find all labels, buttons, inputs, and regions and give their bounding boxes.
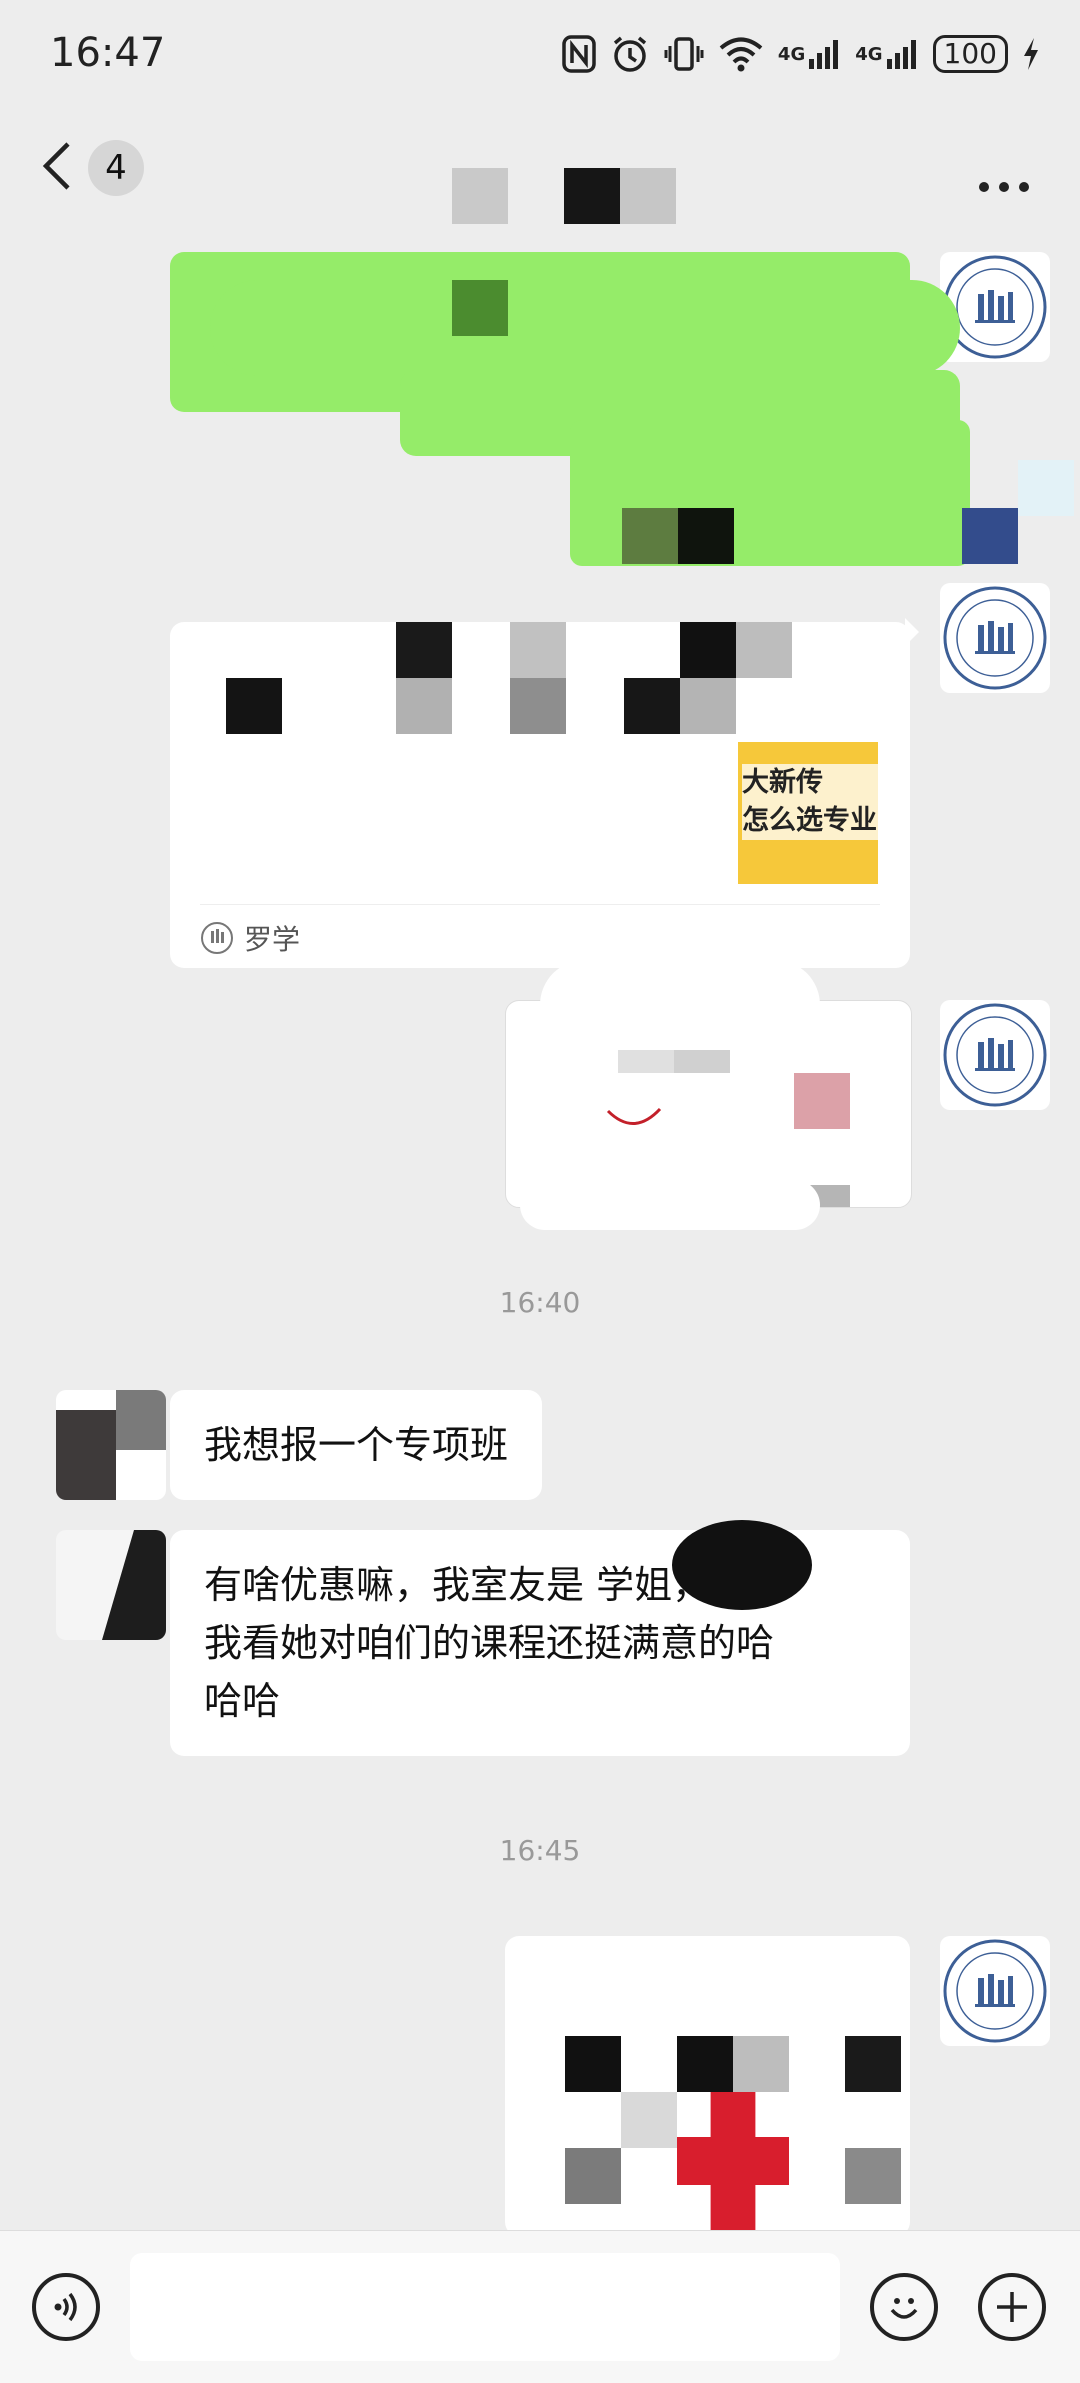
voice-input-button[interactable] bbox=[32, 2273, 100, 2341]
back-button[interactable]: 4 bbox=[40, 140, 144, 196]
4g-signal-icon: 4G bbox=[778, 37, 841, 71]
4g-signal-icon-2: 4G bbox=[855, 37, 918, 71]
message-input[interactable] bbox=[130, 2253, 840, 2361]
charging-icon bbox=[1022, 37, 1040, 71]
article-thumbnail-text: 大新传 怎么选专业 bbox=[742, 764, 878, 840]
plus-icon bbox=[997, 2292, 1027, 2322]
article-thumbnail: 大新传 怎么选专业 bbox=[738, 742, 878, 884]
nfc-icon bbox=[562, 35, 596, 73]
contact-avatar-2[interactable] bbox=[56, 1530, 166, 1640]
more-options-button[interactable] bbox=[978, 150, 1030, 204]
more-icon bbox=[978, 150, 1030, 204]
alarm-icon bbox=[610, 34, 650, 74]
battery-indicator: 100 bbox=[932, 35, 1008, 73]
my-avatar-3[interactable] bbox=[940, 1000, 1050, 1110]
timestamp-2: 16:45 bbox=[499, 1834, 581, 1867]
my-avatar-4[interactable] bbox=[940, 1936, 1050, 2046]
redaction-pixel-4 bbox=[962, 508, 1018, 564]
timestamp: 16:40 bbox=[499, 1286, 581, 1319]
bubble-tail bbox=[905, 618, 919, 646]
redaction-pixel bbox=[452, 280, 508, 336]
chat-title-redacted bbox=[452, 168, 678, 224]
status-time: 16:47 bbox=[50, 30, 166, 76]
redaction-blob bbox=[672, 1520, 812, 1610]
vibrate-icon bbox=[664, 34, 704, 74]
smiley-icon bbox=[890, 2298, 918, 2319]
emoji-button[interactable] bbox=[870, 2273, 938, 2341]
incoming-message-1[interactable]: 我想报一个专项班 bbox=[170, 1390, 543, 1500]
redaction-smear-5 bbox=[520, 1180, 820, 1230]
article-source: 罗学 bbox=[244, 923, 301, 956]
voice-icon bbox=[54, 2292, 77, 2322]
logo-icon bbox=[943, 1003, 1047, 1107]
logo-icon bbox=[943, 586, 1047, 690]
redaction-smear bbox=[210, 280, 960, 376]
logo-icon bbox=[943, 1939, 1047, 2043]
source-logo-icon bbox=[201, 922, 233, 954]
contact-avatar[interactable] bbox=[56, 1390, 166, 1500]
redaction-pixel-3 bbox=[678, 508, 734, 564]
redaction-smear-4 bbox=[540, 960, 820, 1050]
redaction-pixel-2 bbox=[622, 508, 678, 564]
more-functions-button[interactable] bbox=[978, 2273, 1046, 2341]
input-bar bbox=[0, 2230, 1080, 2383]
wifi-icon bbox=[718, 35, 764, 73]
my-avatar-2[interactable] bbox=[940, 583, 1050, 693]
unread-count-badge: 4 bbox=[88, 140, 144, 196]
sent-image-redacted-2[interactable] bbox=[505, 1936, 910, 2242]
status-icons: 4G 4G 100 bbox=[562, 32, 1040, 76]
shared-article-card[interactable]: 大新传 怎么选专业 罗学 bbox=[170, 622, 910, 968]
redaction-pixel-5 bbox=[1018, 460, 1074, 516]
chevron-left-icon bbox=[40, 140, 74, 196]
